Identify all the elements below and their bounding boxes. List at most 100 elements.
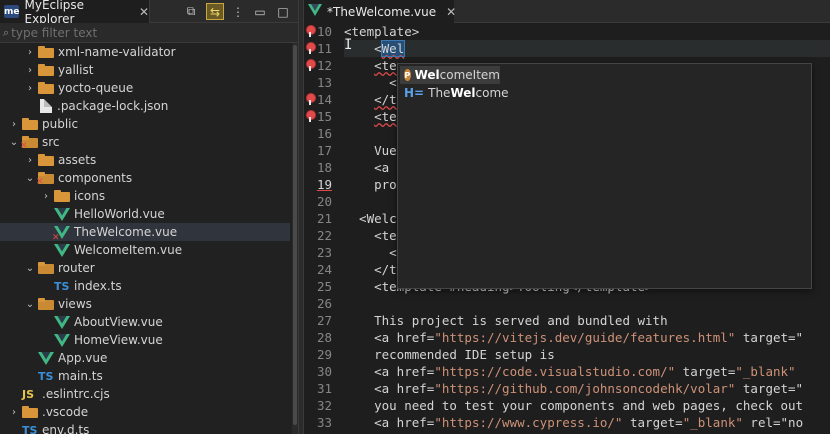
code-line: <Wel [344, 40, 830, 57]
error-marker-icon[interactable] [305, 58, 316, 72]
close-icon[interactable]: ✕ [446, 5, 456, 19]
code-line: <te [344, 228, 397, 243]
tree-item-label: .package-lock.json [57, 99, 169, 113]
code-line: <a href="https://github.com/johnsoncodeh… [344, 381, 804, 396]
chevron-down-icon[interactable]: ⌄ [8, 133, 20, 151]
explorer-panel: me MyEclipse Explorer ✕ ⧉ ⇆ ⋮ ▭ □ ⌕ › xml… [0, 0, 298, 434]
tree-item-app-vue[interactable]: App.vue [0, 349, 290, 367]
line-number: 21 [316, 211, 332, 226]
typescript-file-icon: TS [54, 279, 70, 293]
tree-item-aboutview-vue[interactable]: AboutView.vue [0, 313, 290, 331]
line-number: 29 [316, 347, 332, 362]
maximize-icon[interactable]: □ [274, 3, 292, 20]
folder-icon: ✕ [20, 136, 38, 151]
text-cursor-icon: I [344, 37, 353, 53]
line-number: 16 [316, 126, 332, 141]
error-marker-icon[interactable] [305, 92, 316, 106]
vue-file-icon [54, 243, 70, 257]
tree-item-vscode[interactable]: › .vscode [0, 403, 290, 421]
explorer-tab[interactable]: me MyEclipse Explorer ✕ [0, 0, 150, 26]
chevron-down-icon[interactable]: ⌄ [24, 295, 36, 313]
error-marker-icon[interactable] [305, 41, 316, 55]
tree-item-env-d-ts[interactable]: TS env.d.ts [0, 421, 290, 434]
tree-item-label: TheWelcome.vue [74, 225, 178, 239]
code-line: <Welc [344, 211, 397, 226]
vue-file-icon [54, 207, 70, 221]
tree-item-homeview-vue[interactable]: HomeView.vue [0, 331, 290, 349]
tree-item-main-ts[interactable]: TS main.ts [0, 367, 290, 385]
tree-item-label: views [58, 297, 92, 311]
tree-item-helloworld-vue[interactable]: HelloWorld.vue [0, 205, 290, 223]
code-line: <te [374, 109, 397, 124]
tree-item-yocto-queue[interactable]: › yocto-queue [0, 79, 290, 97]
folder-icon [38, 82, 54, 94]
code-line: </t [344, 262, 397, 277]
chevron-right-icon[interactable]: › [40, 187, 52, 205]
editor-tab-label: *TheWelcome.vue [327, 4, 437, 19]
tree-item-label: .eslintrc.cjs [42, 387, 110, 401]
chevron-right-icon[interactable]: › [24, 151, 36, 169]
tree-item-welcomeitem-vue[interactable]: WelcomeItem.vue [0, 241, 290, 259]
link-with-editor-icon[interactable]: ⇆ [206, 3, 224, 20]
chevron-right-icon[interactable]: › [8, 115, 20, 133]
tree-item-label: src [42, 135, 60, 149]
tree-item-package-lock-json[interactable]: .package-lock.json [0, 97, 290, 115]
autocomplete-item[interactable]: P Wel comeItem [400, 66, 500, 84]
tree-item-label: index.ts [74, 279, 122, 293]
chevron-right-icon[interactable]: › [24, 61, 36, 79]
line-number: 25 [316, 279, 332, 294]
chevron-right-icon[interactable]: › [8, 403, 20, 421]
view-menu-icon[interactable]: ⋮ [229, 3, 247, 20]
line-number: 19 [316, 177, 332, 192]
tree-item-label: yocto-queue [58, 81, 134, 95]
error-marker-icon[interactable] [305, 109, 316, 123]
tree-item-components[interactable]: ⌄ ✕ components [0, 169, 290, 187]
line-number: 33 [316, 415, 332, 430]
tree-item-label: WelcomeItem.vue [74, 243, 183, 257]
line-number: 30 [316, 364, 332, 379]
code-line: < [344, 245, 397, 260]
tree-item-assets[interactable]: › assets [0, 151, 290, 169]
tree-item-thewelcome-vue[interactable]: ✕ TheWelcome.vue [0, 223, 290, 243]
javascript-file-icon: JS [22, 387, 35, 401]
tree-item-public[interactable]: › public [0, 115, 290, 133]
code-line: <a href="https://code.visualstudio.com/"… [344, 364, 796, 379]
folder-icon: ✕ [36, 172, 54, 187]
tree-item-yallist[interactable]: › yallist [0, 61, 290, 79]
line-number: 20 [316, 194, 332, 209]
folder-icon [22, 118, 38, 130]
filter-input[interactable] [11, 25, 272, 40]
collapse-all-icon[interactable]: ⧉ [182, 3, 200, 20]
tree-item-router[interactable]: ⌄ router [0, 259, 290, 277]
minimize-icon[interactable]: ▭ [251, 3, 269, 20]
chevron-down-icon[interactable]: ⌄ [24, 169, 36, 187]
tree-item-label: yallist [58, 63, 94, 77]
line-number: 32 [316, 398, 332, 413]
line-number: 13 [316, 75, 332, 90]
chevron-right-icon[interactable]: › [24, 79, 36, 97]
tree-item-label: public [42, 117, 79, 131]
chevron-right-icon[interactable]: › [24, 43, 36, 61]
line-number: 24 [316, 262, 332, 277]
folder-icon [54, 190, 70, 202]
vue-file-icon [308, 4, 322, 19]
editor-tab-thewelcome[interactable]: *TheWelcome.vue ✕ [304, 0, 456, 23]
vue-file-icon: ✕ [52, 225, 70, 243]
tree-item-icons[interactable]: › icons [0, 187, 290, 205]
line-number: 26 [316, 296, 332, 311]
code-line: </t [374, 92, 397, 107]
error-marker-icon[interactable] [305, 24, 316, 38]
code-line: <te [374, 58, 397, 73]
explorer-title: MyEclipse Explorer [24, 0, 85, 26]
tree-item-views[interactable]: ⌄ views [0, 295, 290, 313]
tree-item-label: App.vue [58, 351, 108, 365]
tree-item-eslintrc-cjs[interactable]: JS .eslintrc.cjs [0, 385, 290, 403]
close-icon[interactable]: ✕ [139, 5, 149, 19]
tree-item-src[interactable]: ⌄ ✕ src [0, 133, 290, 151]
autocomplete-item[interactable]: H= The Wel come [400, 84, 509, 102]
search-icon: ⌕ [3, 25, 10, 39]
tree-item-xml-name-validator[interactable]: › xml-name-validator [0, 43, 290, 61]
vue-file-icon [38, 351, 54, 365]
chevron-down-icon[interactable]: ⌄ [24, 259, 36, 277]
tree-item-index-ts[interactable]: TS index.ts [0, 277, 290, 295]
